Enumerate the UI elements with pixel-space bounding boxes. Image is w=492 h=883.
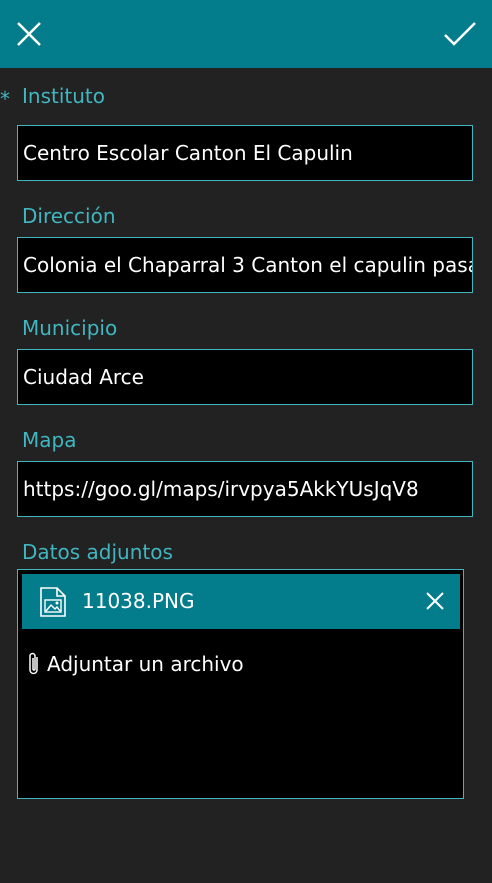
paperclip-icon [29, 652, 38, 675]
direccion-value: Colonia el Chaparral 3 Canton el capulin… [23, 253, 473, 277]
add-attachment-button[interactable]: Adjuntar un archivo [27, 650, 244, 678]
attachment-name: 11038.PNG [82, 589, 195, 613]
municipio-value: Ciudad Arce [23, 365, 144, 389]
confirm-button[interactable] [440, 14, 480, 54]
remove-attachment-icon[interactable] [424, 590, 446, 612]
attachments-box: 11038.PNG Adjuntar un archivo [17, 569, 464, 799]
image-file-icon [40, 587, 66, 617]
municipio-field[interactable]: Ciudad Arce [17, 349, 473, 405]
attachment-item[interactable]: 11038.PNG [22, 574, 460, 629]
instituto-label: Instituto [22, 84, 105, 108]
checkmark-icon [444, 22, 476, 46]
municipio-label: Municipio [22, 316, 118, 340]
mapa-field[interactable]: https://goo.gl/maps/irvpya5AkkYUsJqV8 [17, 461, 473, 517]
add-attachment-label: Adjuntar un archivo [47, 652, 244, 676]
close-button[interactable] [9, 14, 49, 54]
mapa-label: Mapa [22, 428, 77, 452]
direccion-field[interactable]: Colonia el Chaparral 3 Canton el capulin… [17, 237, 473, 293]
top-bar [0, 0, 492, 68]
close-icon [17, 22, 41, 46]
required-marker: * [0, 87, 10, 111]
direccion-label: Dirección [22, 204, 116, 228]
instituto-value: Centro Escolar Canton El Capulin [23, 141, 353, 165]
instituto-field[interactable]: Centro Escolar Canton El Capulin [17, 125, 473, 181]
mapa-value: https://goo.gl/maps/irvpya5AkkYUsJqV8 [23, 477, 419, 501]
adjuntos-label: Datos adjuntos [22, 540, 173, 564]
